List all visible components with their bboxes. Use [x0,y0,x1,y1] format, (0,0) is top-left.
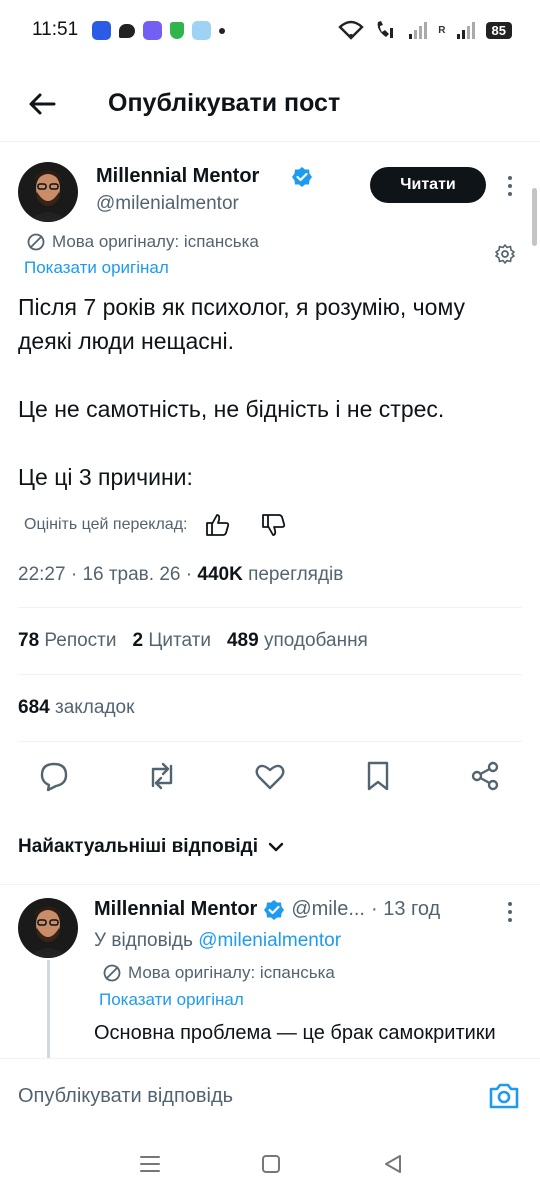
page-title: Опублікувати пост [108,89,341,117]
post-stats: 78 Репости 2 Цитати 489 уподобання [18,630,368,652]
home-square-icon[interactable] [259,1152,283,1176]
chat-notification-icon [119,23,135,38]
app-notification-icon [92,21,111,40]
call-wifi-icon [377,21,394,38]
rate-translation-row: Оцініть цей переклад: [24,513,287,537]
page-header: Опублікувати пост [0,70,540,142]
follow-button[interactable]: Читати [370,167,486,203]
battery-indicator: 85 [485,21,512,39]
status-right: R 85 [338,19,512,41]
original-language-row: Мова оригіналу: іспанська [26,232,259,252]
replies-sort-dropdown[interactable]: Найактуальніші відповіді [18,836,284,858]
back-arrow-icon[interactable] [24,86,60,122]
more-notifications-dot-icon [219,27,225,34]
divider [18,674,522,675]
roaming-label: R [438,24,446,36]
reply-more-vertical-icon[interactable] [500,900,520,924]
back-triangle-icon[interactable] [381,1152,405,1176]
reposts-count: 78 [18,630,40,651]
signal-1-icon [409,22,428,39]
reply-author-handle[interactable]: @mile... [291,898,365,921]
weather-notification-icon [192,21,211,40]
like-icon[interactable] [254,760,286,792]
author-name[interactable]: Millennial Mentor [96,165,259,188]
post-actions [0,760,540,796]
reply-show-original-link[interactable]: Показати оригінал [99,990,244,1010]
share-icon[interactable] [469,760,501,792]
divider [18,741,522,742]
reply-meta: Millennial Mentor @mile... · 13 год [94,898,440,921]
reposts-stat[interactable]: 78 Репости [18,630,117,652]
post-time: 22:27 [18,564,66,585]
verified-badge-icon [264,899,285,920]
more-vertical-icon[interactable] [500,174,520,198]
bookmarks-stat[interactable]: 684 закладок [18,697,134,719]
reply-to-handle[interactable]: @milenialmentor [198,930,341,951]
reply-icon[interactable] [38,760,70,792]
viber-notification-icon [143,21,162,40]
menu-icon[interactable] [138,1152,162,1176]
reply-original-language-label: Мова оригіналу: іспанська [128,963,335,982]
reposts-label: Репости [44,630,117,651]
status-bar: 11:51 R 85 [0,0,540,62]
bookmarks-count: 684 [18,697,50,718]
bookmark-icon[interactable] [362,760,394,792]
reply-original-language-row: Мова оригіналу: іспанська [102,963,335,983]
scrollbar-thumb[interactable] [532,188,537,246]
author-avatar[interactable] [18,162,78,222]
reply-to-line: У відповідь @milenialmentor [94,930,341,952]
bookmarks-label: закладок [54,697,135,718]
chevron-down-icon [268,842,284,852]
views-count: 440K [197,564,243,585]
thread-line [47,960,50,1058]
quotes-label: Цитати [148,630,211,651]
status-time: 11:51 [32,19,79,40]
original-language-label: Мова оригіналу: іспанська [52,232,259,251]
reply-input[interactable]: Опублікувати відповідь [18,1085,233,1108]
reply-compose-bar: Опублікувати відповідь [0,1058,540,1128]
wifi-icon [338,20,365,40]
reply-text: Основна проблема — це брак самокритики [94,1022,496,1044]
thumbs-down-icon[interactable] [261,513,287,537]
post-meta: 22:27 · 16 трав. 26 · 440K переглядів [18,564,344,585]
quotes-stat[interactable]: 2 Цитати [133,630,211,652]
post-date: 16 трав. 26 [82,564,181,585]
rate-translation-label: Оцініть цей переклад: [24,516,188,533]
settings-gear-icon[interactable] [494,243,516,265]
likes-count: 489 [226,630,259,651]
reply-time: · 13 год [371,898,441,920]
quotes-count: 2 [132,630,144,651]
likes-stat[interactable]: 489 уподобання [227,630,368,652]
thumbs-up-icon[interactable] [205,513,231,537]
shield-notification-icon [170,22,184,39]
post-text: Після 7 років як психолог, я розумію, чо… [18,294,466,490]
status-notification-icons [92,21,225,40]
divider [0,884,540,885]
signal-2-icon [456,22,475,39]
reply-to-prefix: У відповідь [94,930,193,951]
translate-icon [103,964,121,982]
views-label: переглядів [248,564,344,585]
system-navigation-bar [0,1128,540,1199]
reply-author-avatar[interactable] [18,898,78,958]
translate-icon [27,233,45,251]
reply-author-name[interactable]: Millennial Mentor [94,898,257,921]
replies-sort-label: Найактуальніші відповіді [18,836,259,857]
verified-badge-icon [292,167,312,187]
author-handle[interactable]: @milenialmentor [96,193,239,215]
repost-icon[interactable] [146,760,178,792]
likes-label: уподобання [263,630,368,651]
show-original-link[interactable]: Показати оригінал [24,258,169,278]
divider [18,607,522,608]
camera-icon[interactable] [488,1081,520,1111]
